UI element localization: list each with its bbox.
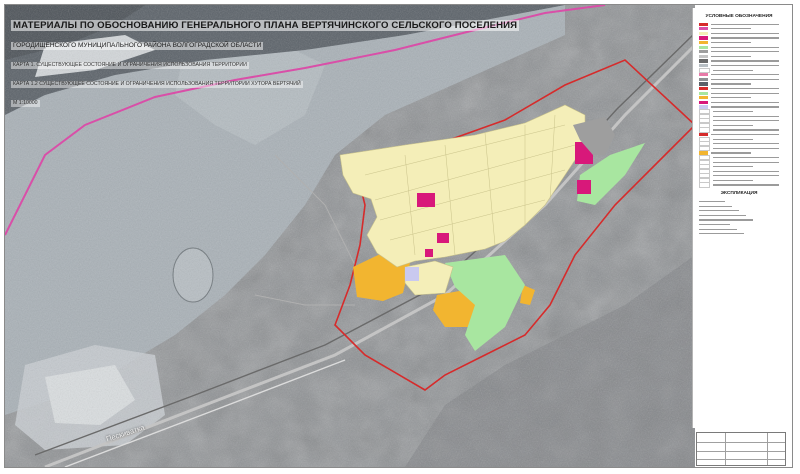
legend-text-line xyxy=(713,129,779,131)
legend-swatch xyxy=(699,50,708,54)
legend-text-line xyxy=(711,51,779,53)
legend-text-line xyxy=(713,156,779,159)
legend-swatch xyxy=(699,73,708,77)
legend-swatch xyxy=(699,182,710,188)
legend-swatch xyxy=(699,31,708,36)
legend-rows xyxy=(693,22,785,188)
explication-text-line xyxy=(699,224,730,226)
explication-title: ЭКСПЛИКАЦИЯ xyxy=(720,191,758,197)
explication-text-line xyxy=(699,228,737,230)
legend-text-line xyxy=(711,83,751,85)
title-block: МАТЕРИАЛЫ ПО ОБОСНОВАНИЮ ГЕНЕРАЛЬНОГО ПЛ… xyxy=(11,13,520,108)
legend-text-line xyxy=(711,32,779,35)
legend-text-line xyxy=(711,92,779,94)
legend-swatch xyxy=(699,96,708,100)
legend-text-line xyxy=(713,115,779,117)
legend-text-line xyxy=(711,101,779,103)
explication-text-line xyxy=(699,201,725,203)
legend-swatch xyxy=(699,27,708,31)
legend-swatch xyxy=(699,45,708,49)
legend-swatch xyxy=(699,54,708,59)
explication-text-line xyxy=(699,214,746,217)
legend-swatch xyxy=(699,100,708,104)
legend-text-line xyxy=(711,78,779,81)
legend-text-line xyxy=(713,69,753,71)
map-scale: М 1:10000 xyxy=(11,100,40,107)
explication-text-line xyxy=(699,233,744,235)
legend-text-line xyxy=(713,166,753,168)
legend-text-line xyxy=(713,120,779,122)
legend-text-line xyxy=(713,124,753,126)
legend-text-line xyxy=(713,170,779,172)
legend-row xyxy=(699,182,785,188)
legend-text-line xyxy=(713,147,779,149)
legend-text-line xyxy=(711,97,751,99)
legend-text-line xyxy=(711,88,779,90)
legend-text-line xyxy=(711,37,779,39)
legend-text-line xyxy=(713,138,753,140)
title-stamp xyxy=(696,432,786,466)
legend-swatch xyxy=(699,59,708,63)
legend-text-line xyxy=(711,28,751,30)
map-title: МАТЕРИАЛЫ ПО ОБОСНОВАНИЮ ГЕНЕРАЛЬНОГО ПЛ… xyxy=(11,20,520,31)
map-sheet: МАТЕРИАЛЫ ПО ОБОСНОВАНИЮ ГЕНЕРАЛЬНОГО ПЛ… xyxy=(0,0,800,474)
explication-row xyxy=(699,232,785,237)
legend-text-line xyxy=(711,65,779,67)
legend-text-line xyxy=(713,110,753,113)
legend-swatch xyxy=(699,22,708,26)
legend-swatch xyxy=(699,145,710,151)
legend-text-line xyxy=(711,152,751,154)
legend-swatch xyxy=(699,36,708,40)
map-subtitle: КАРТА 1. СУЩЕСТВУЮЩЕЕ СОСТОЯНИЕ И ОГРАНИ… xyxy=(11,62,249,69)
public-center xyxy=(417,193,435,207)
legend-swatch xyxy=(699,67,710,73)
legend-text-line xyxy=(713,161,779,163)
legend-panel: УСЛОВНЫЕ ОБОЗНАЧЕНИЯ ЭКСПЛИКАЦИЯ xyxy=(692,8,785,428)
explication-text-line xyxy=(699,219,753,221)
legend-swatch xyxy=(699,87,708,91)
legend-text-line xyxy=(711,106,779,108)
legend-text-line xyxy=(711,60,779,62)
legend-text-line xyxy=(711,133,779,136)
legend-title: УСЛОВНЫЕ ОБОЗНАЧЕНИЯ xyxy=(705,14,773,19)
legend-swatch xyxy=(699,41,708,45)
legend-swatch xyxy=(699,127,710,133)
explication-rows xyxy=(693,199,785,236)
legend-text-line xyxy=(713,143,779,145)
legend-text-line xyxy=(711,74,779,76)
legend-text-line xyxy=(711,42,751,44)
legend-swatch xyxy=(699,82,708,86)
explication-text-line xyxy=(699,210,739,212)
legend-text-line xyxy=(711,46,779,48)
map-subtitle-2: КАРТА 1.2 СУЩЕСТВУЮЩЕЕ СОСТОЯНИЕ И ОГРАН… xyxy=(11,81,303,88)
legend-swatch xyxy=(699,91,708,95)
legend-swatch xyxy=(699,77,708,82)
legend-text-line xyxy=(711,23,779,25)
legend-text-line xyxy=(713,175,779,177)
legend-text-line xyxy=(713,179,753,182)
map-title-line2: ГОРОДИЩЕНСКОГО МУНИЦИПАЛЬНОГО РАЙОНА ВОЛ… xyxy=(11,42,264,50)
legend-text-line xyxy=(711,55,751,58)
explication-text-line xyxy=(699,205,732,207)
legend-text-line xyxy=(713,184,779,186)
map-frame: МАТЕРИАЛЫ ПО ОБОСНОВАНИЮ ГЕНЕРАЛЬНОГО ПЛ… xyxy=(4,4,793,468)
